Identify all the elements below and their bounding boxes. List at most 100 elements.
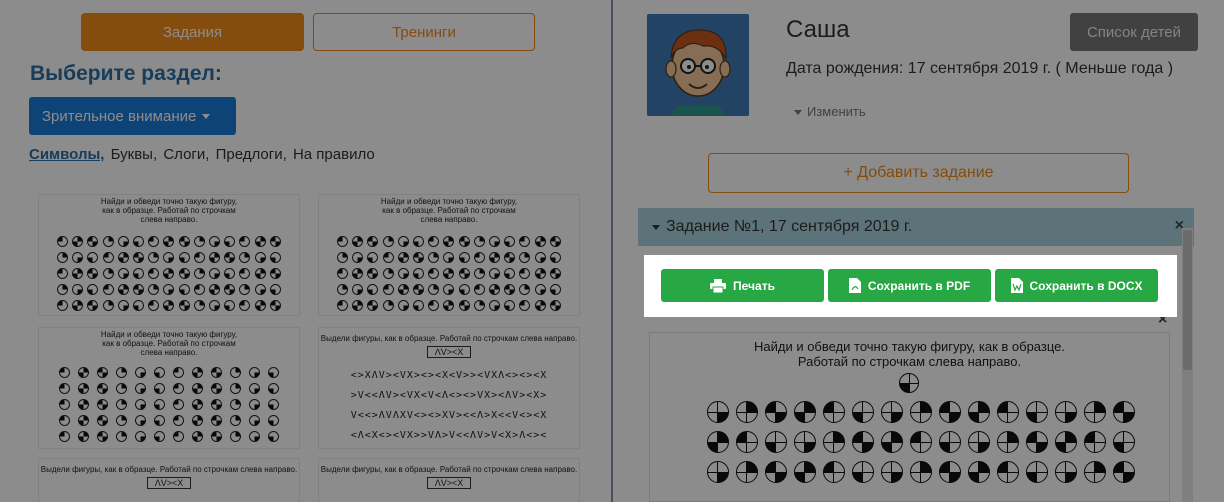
category-symbols[interactable]: Символы,: [29, 146, 104, 163]
caption-line: Найди и обведи точно такую фигуру, как в…: [753, 339, 1065, 354]
figure-circle: [178, 299, 190, 311]
birth-date: Дата рождения: 17 сентября 2019 г. ( Мен…: [786, 60, 1174, 77]
figure-circle: [504, 283, 516, 295]
figure-circle: [268, 382, 279, 394]
scrollbar-thumb[interactable]: [1183, 230, 1192, 370]
figure-circle: [72, 251, 84, 263]
figure-circle: [706, 461, 729, 483]
figure-circle: [793, 431, 816, 453]
worksheet-thumbnail[interactable]: Найди и обведи точно такую фигуру, как в…: [318, 194, 580, 316]
figure-circle: [239, 283, 251, 295]
symbol-grid: [55, 233, 283, 313]
figure-circle: [135, 398, 146, 410]
figure-circle: [489, 267, 501, 279]
figure-circle: [822, 431, 845, 453]
category-syllables[interactable]: Слоги,: [163, 146, 209, 163]
figure-circle: [173, 398, 184, 410]
figure-circle: [549, 283, 561, 295]
caption-line: Работай по строчкам слева направо.: [797, 354, 1022, 369]
figure-circle: [192, 366, 203, 378]
figure-circle: [239, 251, 251, 263]
figure-circle: [367, 267, 379, 279]
figure-circle: [337, 283, 349, 295]
worksheet-thumbnail[interactable]: Выдели фигуры, как в образце. Работай по…: [38, 458, 300, 502]
tab-trainings[interactable]: Тренинги: [313, 13, 535, 51]
figure-circle: [793, 401, 816, 423]
figure-circle: [352, 283, 364, 295]
figure-circle: [102, 251, 114, 263]
figure-circle: [209, 299, 221, 311]
figure-circle: [117, 299, 129, 311]
figure-circle: [178, 251, 190, 263]
children-list-button[interactable]: Список детей: [1070, 13, 1198, 51]
tab-tasks[interactable]: Задания: [81, 13, 304, 51]
figure-circle: [211, 398, 222, 410]
section-dropdown[interactable]: Зрительное внимание: [29, 97, 236, 135]
figure-circle: [793, 461, 816, 483]
figure-circle: [87, 251, 99, 263]
figure-circle: [967, 401, 990, 423]
scrollbar[interactable]: [1182, 228, 1193, 502]
figure-circle: [519, 251, 531, 263]
figure-circle: [504, 267, 516, 279]
printer-icon: [710, 278, 727, 293]
category-by-rule[interactable]: На правило: [293, 146, 375, 163]
figure-circle: [1054, 401, 1077, 423]
worksheet-thumbnail[interactable]: Найди и обведи точно такую фигуру, как в…: [38, 194, 300, 316]
figure-circle: [549, 235, 561, 247]
figure-circle: [473, 283, 485, 295]
figure-circle: [178, 283, 190, 295]
figure-circle: [1054, 461, 1077, 483]
figure-circle: [382, 251, 394, 263]
figure-circle: [1025, 401, 1048, 423]
figure-circle: [133, 299, 145, 311]
thumbnail-caption: Выдели фигуры, как в образце. Работай по…: [320, 465, 578, 474]
figure-circle: [1025, 431, 1048, 453]
figure-circle: [87, 267, 99, 279]
child-name: Саша: [786, 16, 850, 43]
figure-circle: [352, 299, 364, 311]
figure-circle: [549, 251, 561, 263]
figure-circle: [764, 461, 787, 483]
figure-circle: [135, 430, 146, 442]
figure-circle: [534, 267, 546, 279]
worksheet-thumbnail[interactable]: Выдели фигуры, как в образце. Работай по…: [318, 458, 580, 502]
edit-link[interactable]: Изменить: [794, 104, 866, 119]
worksheet-thumbnail[interactable]: Найди и обведи точно такую фигуру, как в…: [38, 327, 300, 449]
figure-circle: [59, 430, 70, 442]
save-pdf-button[interactable]: Сохранить в PDF: [828, 269, 991, 302]
category-letters[interactable]: Буквы,: [111, 146, 158, 163]
figure-circle: [249, 430, 260, 442]
figure-circle: [211, 366, 222, 378]
print-button[interactable]: Печать: [661, 269, 824, 302]
figure-circle: [458, 267, 470, 279]
figure-circle: [443, 235, 455, 247]
figure-circle: [938, 431, 961, 453]
figure-circle: [473, 235, 485, 247]
figure-circle: [59, 382, 70, 394]
worksheet-thumbnail[interactable]: Выдели фигуры, как в образце. Работай по…: [318, 327, 580, 449]
letter-rows: <>XΛV><VX><><X<V>><VXΛ<><><X >V<<ΛV><VX<…: [319, 366, 579, 446]
save-docx-button[interactable]: Сохранить в DOCX: [995, 269, 1158, 302]
left-panel: Задания Тренинги Выберите раздел: Зрител…: [0, 0, 612, 502]
figure-circle: [249, 414, 260, 426]
figure-circle: [519, 283, 531, 295]
figure-circle: [254, 267, 266, 279]
figure-circle: [192, 430, 203, 442]
add-task-button[interactable]: + Добавить задание: [708, 153, 1129, 193]
figure-circle: [173, 382, 184, 394]
figure-circle: [97, 430, 108, 442]
figure-circle: [413, 299, 425, 311]
sample-box: ΛV><X: [427, 346, 471, 358]
figure-circle: [57, 267, 69, 279]
figure-circle: [413, 251, 425, 263]
figure-circle: [473, 267, 485, 279]
figure-circle: [489, 299, 501, 311]
category-prepositions[interactable]: Предлоги,: [216, 146, 287, 163]
task-header[interactable]: Задание №1, 17 сентября 2019 г. ×: [638, 208, 1194, 246]
figure-circle: [193, 299, 205, 311]
figure-circle: [249, 382, 260, 394]
figure-circle: [413, 283, 425, 295]
figure-circle: [230, 382, 241, 394]
figure-circle: [249, 366, 260, 378]
